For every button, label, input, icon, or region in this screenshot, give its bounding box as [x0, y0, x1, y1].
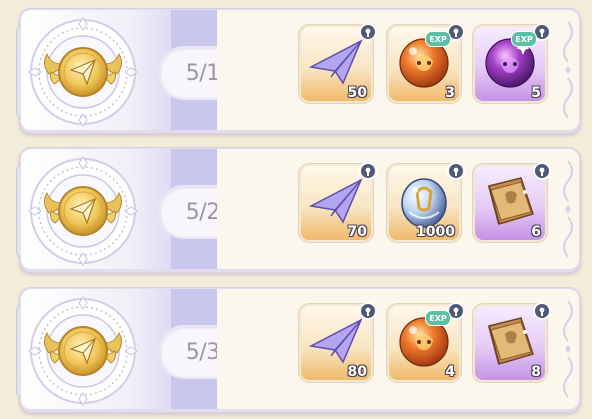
reward-count: 70	[347, 224, 367, 240]
gold-medal-emblem-icon	[28, 296, 138, 406]
reward-count: 3	[445, 85, 455, 101]
progress-counter: 5/2200	[159, 185, 217, 239]
reward-row: 5/3000 80	[16, 287, 581, 413]
info-badge-icon[interactable]	[359, 162, 377, 180]
milestone-panel: 5/3000	[21, 289, 217, 409]
reward-row: 5/2200 70	[16, 147, 581, 273]
milestone-panel: 5/2200	[21, 149, 217, 269]
reward-count: 6	[531, 224, 541, 240]
exp-badge: EXP	[425, 310, 451, 326]
gold-medal-emblem-icon	[28, 17, 138, 127]
ornament-decoration	[563, 21, 573, 119]
reward-count: 8	[531, 364, 541, 380]
reward-count: 5	[531, 85, 541, 101]
info-badge-icon[interactable]	[533, 302, 551, 320]
milestone-panel: 5/1500	[21, 10, 217, 130]
exp-badge: EXP	[425, 31, 451, 47]
reward-count: 80	[347, 364, 367, 380]
progress-counter: 5/3000	[159, 325, 217, 379]
reward-row: 5/1500 50	[16, 8, 581, 134]
info-badge-icon[interactable]	[359, 23, 377, 41]
ornament-decoration	[563, 160, 573, 258]
reward-count: 4	[445, 364, 455, 380]
info-badge-icon[interactable]	[447, 162, 465, 180]
progress-counter: 5/1500	[159, 46, 217, 100]
reward-count: 1000	[416, 224, 455, 240]
gold-medal-emblem-icon	[28, 156, 138, 266]
info-badge-icon[interactable]	[533, 162, 551, 180]
ornament-decoration	[563, 300, 573, 398]
info-badge-icon[interactable]	[359, 302, 377, 320]
reward-count: 50	[347, 85, 367, 101]
exp-badge: EXP	[511, 31, 537, 47]
